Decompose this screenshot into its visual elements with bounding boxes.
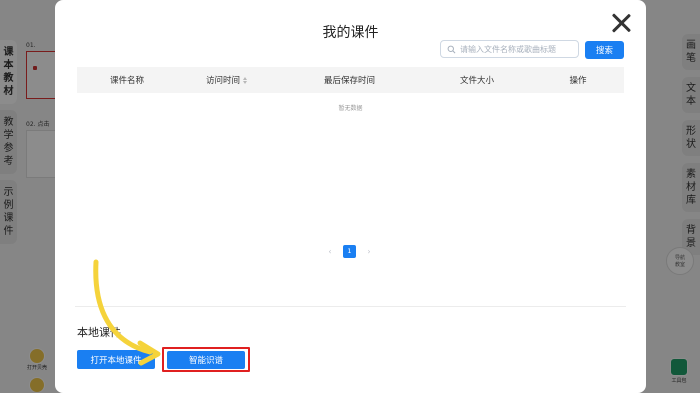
search-button[interactable]: 搜索 (585, 41, 624, 59)
search-input[interactable] (460, 44, 578, 54)
column-header-visit-time[interactable]: 访问时间 (177, 74, 277, 86)
sort-icon[interactable] (243, 77, 248, 84)
table-header: 课件名称 访问时间 最后保存时间 文件大小 操作 (77, 67, 624, 93)
close-icon[interactable] (610, 12, 632, 34)
chevron-left-icon[interactable]: ‹ (325, 246, 335, 258)
local-section-title: 本地课件 (77, 326, 121, 339)
empty-state-text: 暂无数据 (338, 105, 363, 112)
column-header-file-size: 文件大小 (459, 76, 494, 86)
dialog-title: 我的课件 (322, 25, 379, 41)
column-header-name: 课件名称 (109, 76, 144, 86)
open-local-courseware-button[interactable]: 打开本地课件 (77, 350, 155, 369)
pagination: ‹ 1 › (325, 245, 374, 258)
column-header-actions: 操作 (569, 76, 587, 86)
section-divider (75, 306, 626, 307)
column-header-last-saved: 最后保存时间 (323, 76, 375, 86)
search-box (440, 40, 579, 58)
search-icon (447, 45, 456, 53)
chevron-right-icon[interactable]: › (364, 246, 374, 258)
page-number[interactable]: 1 (343, 245, 356, 258)
column-header-visit-time-label: 访问时间 (205, 76, 240, 86)
smart-recognize-button[interactable]: 智能识谱 (167, 351, 245, 369)
my-courseware-dialog: 我的课件 搜索 课件名称 访问时间 最后保存时间 文件大小 操作 暂无数据 ‹ … (55, 0, 646, 393)
